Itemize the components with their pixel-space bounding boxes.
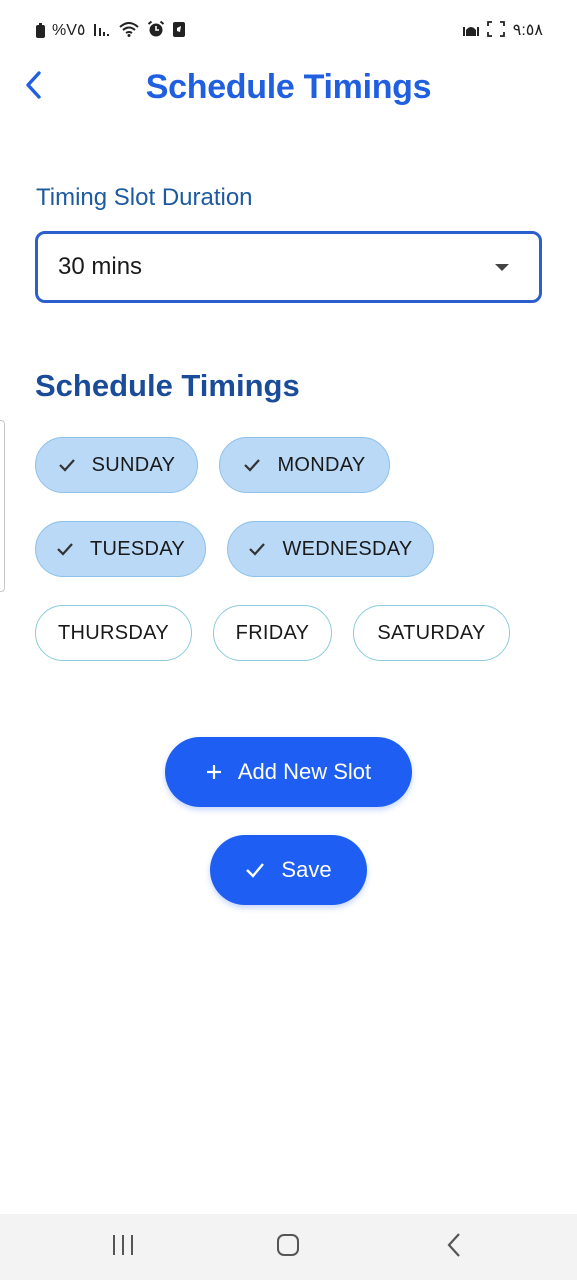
day-chip-label: WEDNESDAY [282, 537, 413, 560]
signal-icon [93, 22, 111, 40]
check-icon [58, 458, 76, 472]
caret-down-icon [495, 263, 509, 271]
slot-duration-value: 30 mins [58, 253, 143, 280]
back-nav-icon [446, 1232, 462, 1263]
home-icon [276, 1233, 300, 1262]
battery-icon [36, 22, 45, 38]
battery-percent: %V٥ [52, 22, 86, 39]
chevron-left-icon [24, 70, 42, 105]
check-icon [248, 542, 266, 556]
save-label: Save [281, 857, 332, 882]
alarm-icon [147, 20, 165, 42]
day-chip-thursday[interactable]: THURSDAY [35, 605, 192, 661]
back-button[interactable] [16, 70, 50, 104]
day-chip-tuesday[interactable]: TUESDAY [35, 521, 206, 577]
home-button[interactable] [258, 1222, 318, 1272]
recent-apps-icon [111, 1234, 135, 1261]
edge-panel-handle[interactable] [0, 420, 5, 592]
back-nav-button[interactable] [424, 1222, 484, 1272]
app-header: Schedule Timings [0, 62, 577, 112]
day-chip-label: MONDAY [277, 453, 366, 476]
add-new-slot-label: Add New Slot [237, 759, 372, 784]
day-chip-label: SUNDAY [91, 453, 176, 476]
day-chip-label: THURSDAY [58, 621, 169, 644]
day-chip-friday[interactable]: FRIDAY [213, 605, 332, 661]
status-left: %V٥ [36, 20, 186, 42]
check-icon [56, 542, 74, 556]
day-chip-label: FRIDAY [235, 621, 310, 644]
mosque-icon [462, 22, 479, 40]
day-chip-wednesday[interactable]: WEDNESDAY [227, 521, 434, 577]
add-new-slot-button[interactable]: Add New Slot [165, 737, 412, 807]
page-title: Schedule Timings [145, 67, 432, 106]
day-chip-monday[interactable]: MONDAY [219, 437, 390, 493]
system-navigation-bar [0, 1214, 577, 1280]
plus-icon [206, 764, 222, 780]
day-chip-saturday[interactable]: SATURDAY [353, 605, 510, 661]
recent-apps-button[interactable] [93, 1222, 153, 1272]
schedule-section-title: Schedule Timings [35, 368, 300, 403]
status-bar: %V٥ ٩:٥٨ [0, 0, 577, 62]
day-chip-label: TUESDAY [89, 537, 186, 560]
status-right: ٩:٥٨ [462, 20, 543, 42]
check-icon [245, 862, 265, 878]
wifi-icon [118, 21, 140, 41]
save-button[interactable]: Save [210, 835, 367, 905]
check-icon [243, 458, 261, 472]
screenshot-frame-icon [486, 20, 506, 42]
day-chip-sunday[interactable]: SUNDAY [35, 437, 198, 493]
clock-time: ٩:٥٨ [512, 22, 543, 39]
app-notification-icon [172, 20, 186, 42]
slot-duration-label: Timing Slot Duration [36, 184, 253, 211]
slot-duration-dropdown[interactable]: 30 mins [35, 231, 542, 303]
day-chip-label: SATURDAY [377, 621, 486, 644]
